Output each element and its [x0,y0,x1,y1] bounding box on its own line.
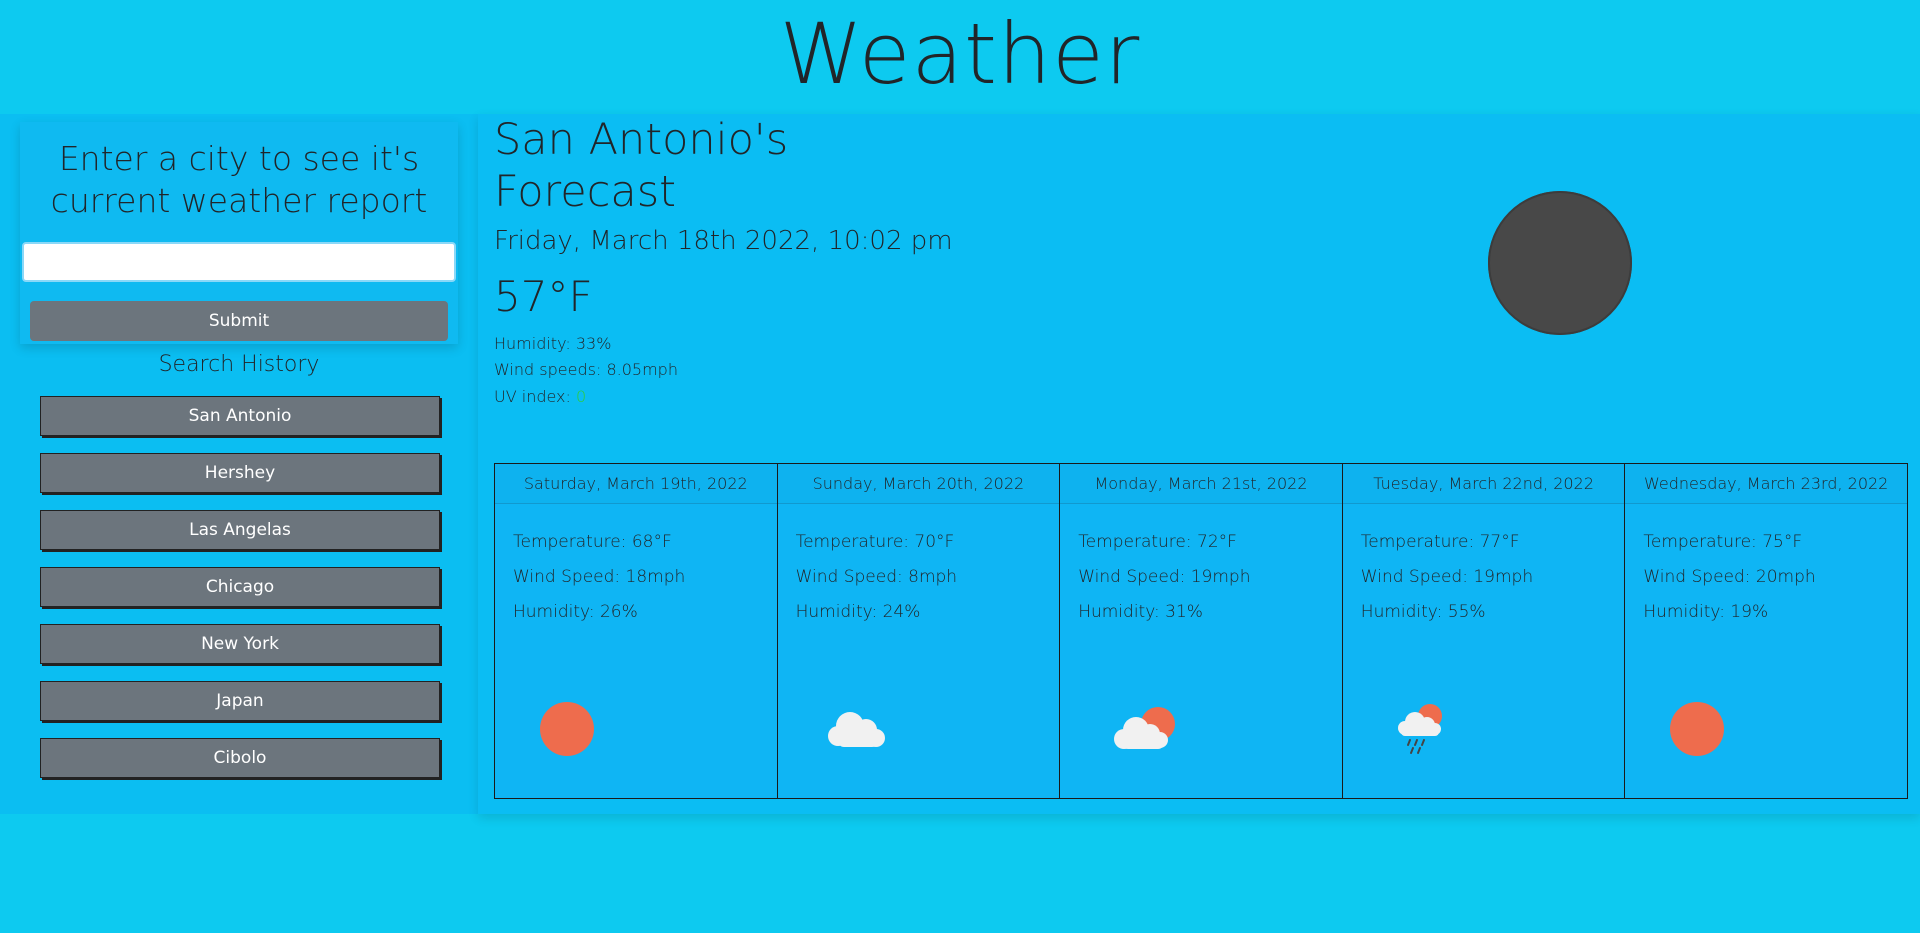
search-card: Enter a city to see it's current weather… [20,122,458,344]
history-item-las-angelas[interactable]: Las Angelas [40,510,440,550]
forecast-date: Sunday, March 20th, 2022 [777,464,1060,504]
forecast-temperature: Temperature: 77°F [1360,532,1520,552]
history-item-new-york[interactable]: New York [40,624,440,664]
rain-icon [1397,704,1442,754]
forecast-wind: Wind Speed: 19mph [1360,567,1534,587]
sun-icon [540,702,594,756]
forecast-date: Saturday, March 19th, 2022 [495,464,777,504]
current-weather-panel: San Antonio's Forecast Friday, March 18t… [478,114,1920,814]
page-title: Weather [779,5,1141,103]
forecast-humidity: Humidity: 55% [1360,602,1486,622]
forecast-wind: Wind Speed: 8mph [795,567,958,587]
submit-button[interactable]: Submit [30,301,448,341]
forecast-temperature: Temperature: 70°F [795,532,955,552]
moon-icon [1488,191,1632,335]
forecast-wind: Wind Speed: 19mph [1078,567,1251,587]
forecast-date: Wednesday, March 23rd, 2022 [1625,464,1907,504]
history-item-chicago[interactable]: Chicago [40,567,440,607]
forecast-humidity: Humidity: 24% [795,602,921,622]
forecast-card: Monday, March 21st, 2022 Temperature: 72… [1060,464,1343,798]
forecast-humidity: Humidity: 26% [513,602,638,622]
history-item-hershey[interactable]: Hershey [40,453,440,493]
current-humidity: Humidity: 33% [494,334,612,353]
forecast-card: Tuesday, March 22nd, 2022 Temperature: 7… [1342,464,1626,798]
forecast-card: Wednesday, March 23rd, 2022 Temperature:… [1625,464,1907,798]
forecast-date: Monday, March 21st, 2022 [1060,464,1342,504]
cloud-icon [827,712,885,747]
partly-cloudy-icon [1114,707,1176,749]
sidebar: Enter a city to see it's current weather… [0,114,478,814]
forecast-wind: Wind Speed: 18mph [513,567,686,587]
forecast-wind: Wind Speed: 20mph [1643,567,1816,587]
search-prompt: Enter a city to see it's current weather… [50,139,428,220]
current-wind: Wind speeds: 8.05mph [494,360,678,379]
forecast-temperature: Temperature: 75°F [1643,532,1803,552]
five-day-forecast: Saturday, March 19th, 2022 Temperature: … [494,463,1908,799]
sun-icon [1670,702,1725,756]
history-item-japan[interactable]: Japan [40,681,440,721]
city-heading: San Antonio's Forecast [494,115,789,217]
current-temperature: 57°F [494,272,593,321]
search-history-list: San Antonio Hershey Las Angelas Chicago … [40,396,440,795]
current-uv: UV index: 0 [494,387,586,406]
history-item-cibolo[interactable]: Cibolo [40,738,440,778]
forecast-card: Saturday, March 19th, 2022 Temperature: … [495,464,778,798]
forecast-date: Tuesday, March 22nd, 2022 [1342,464,1625,504]
uv-label: UV index: [494,387,576,406]
current-date: Friday, March 18th 2022, 10:02 pm [494,226,953,256]
forecast-card: Sunday, March 20th, 2022 Temperature: 70… [777,464,1061,798]
forecast-humidity: Humidity: 31% [1078,602,1203,622]
city-search-input[interactable] [22,242,456,282]
uv-value: 0 [576,387,587,406]
search-history-title: Search History [158,352,320,377]
forecast-temperature: Temperature: 72°F [1078,532,1237,552]
forecast-humidity: Humidity: 19% [1643,602,1769,622]
forecast-temperature: Temperature: 68°F [513,532,672,552]
history-item-san-antonio[interactable]: San Antonio [40,396,440,436]
